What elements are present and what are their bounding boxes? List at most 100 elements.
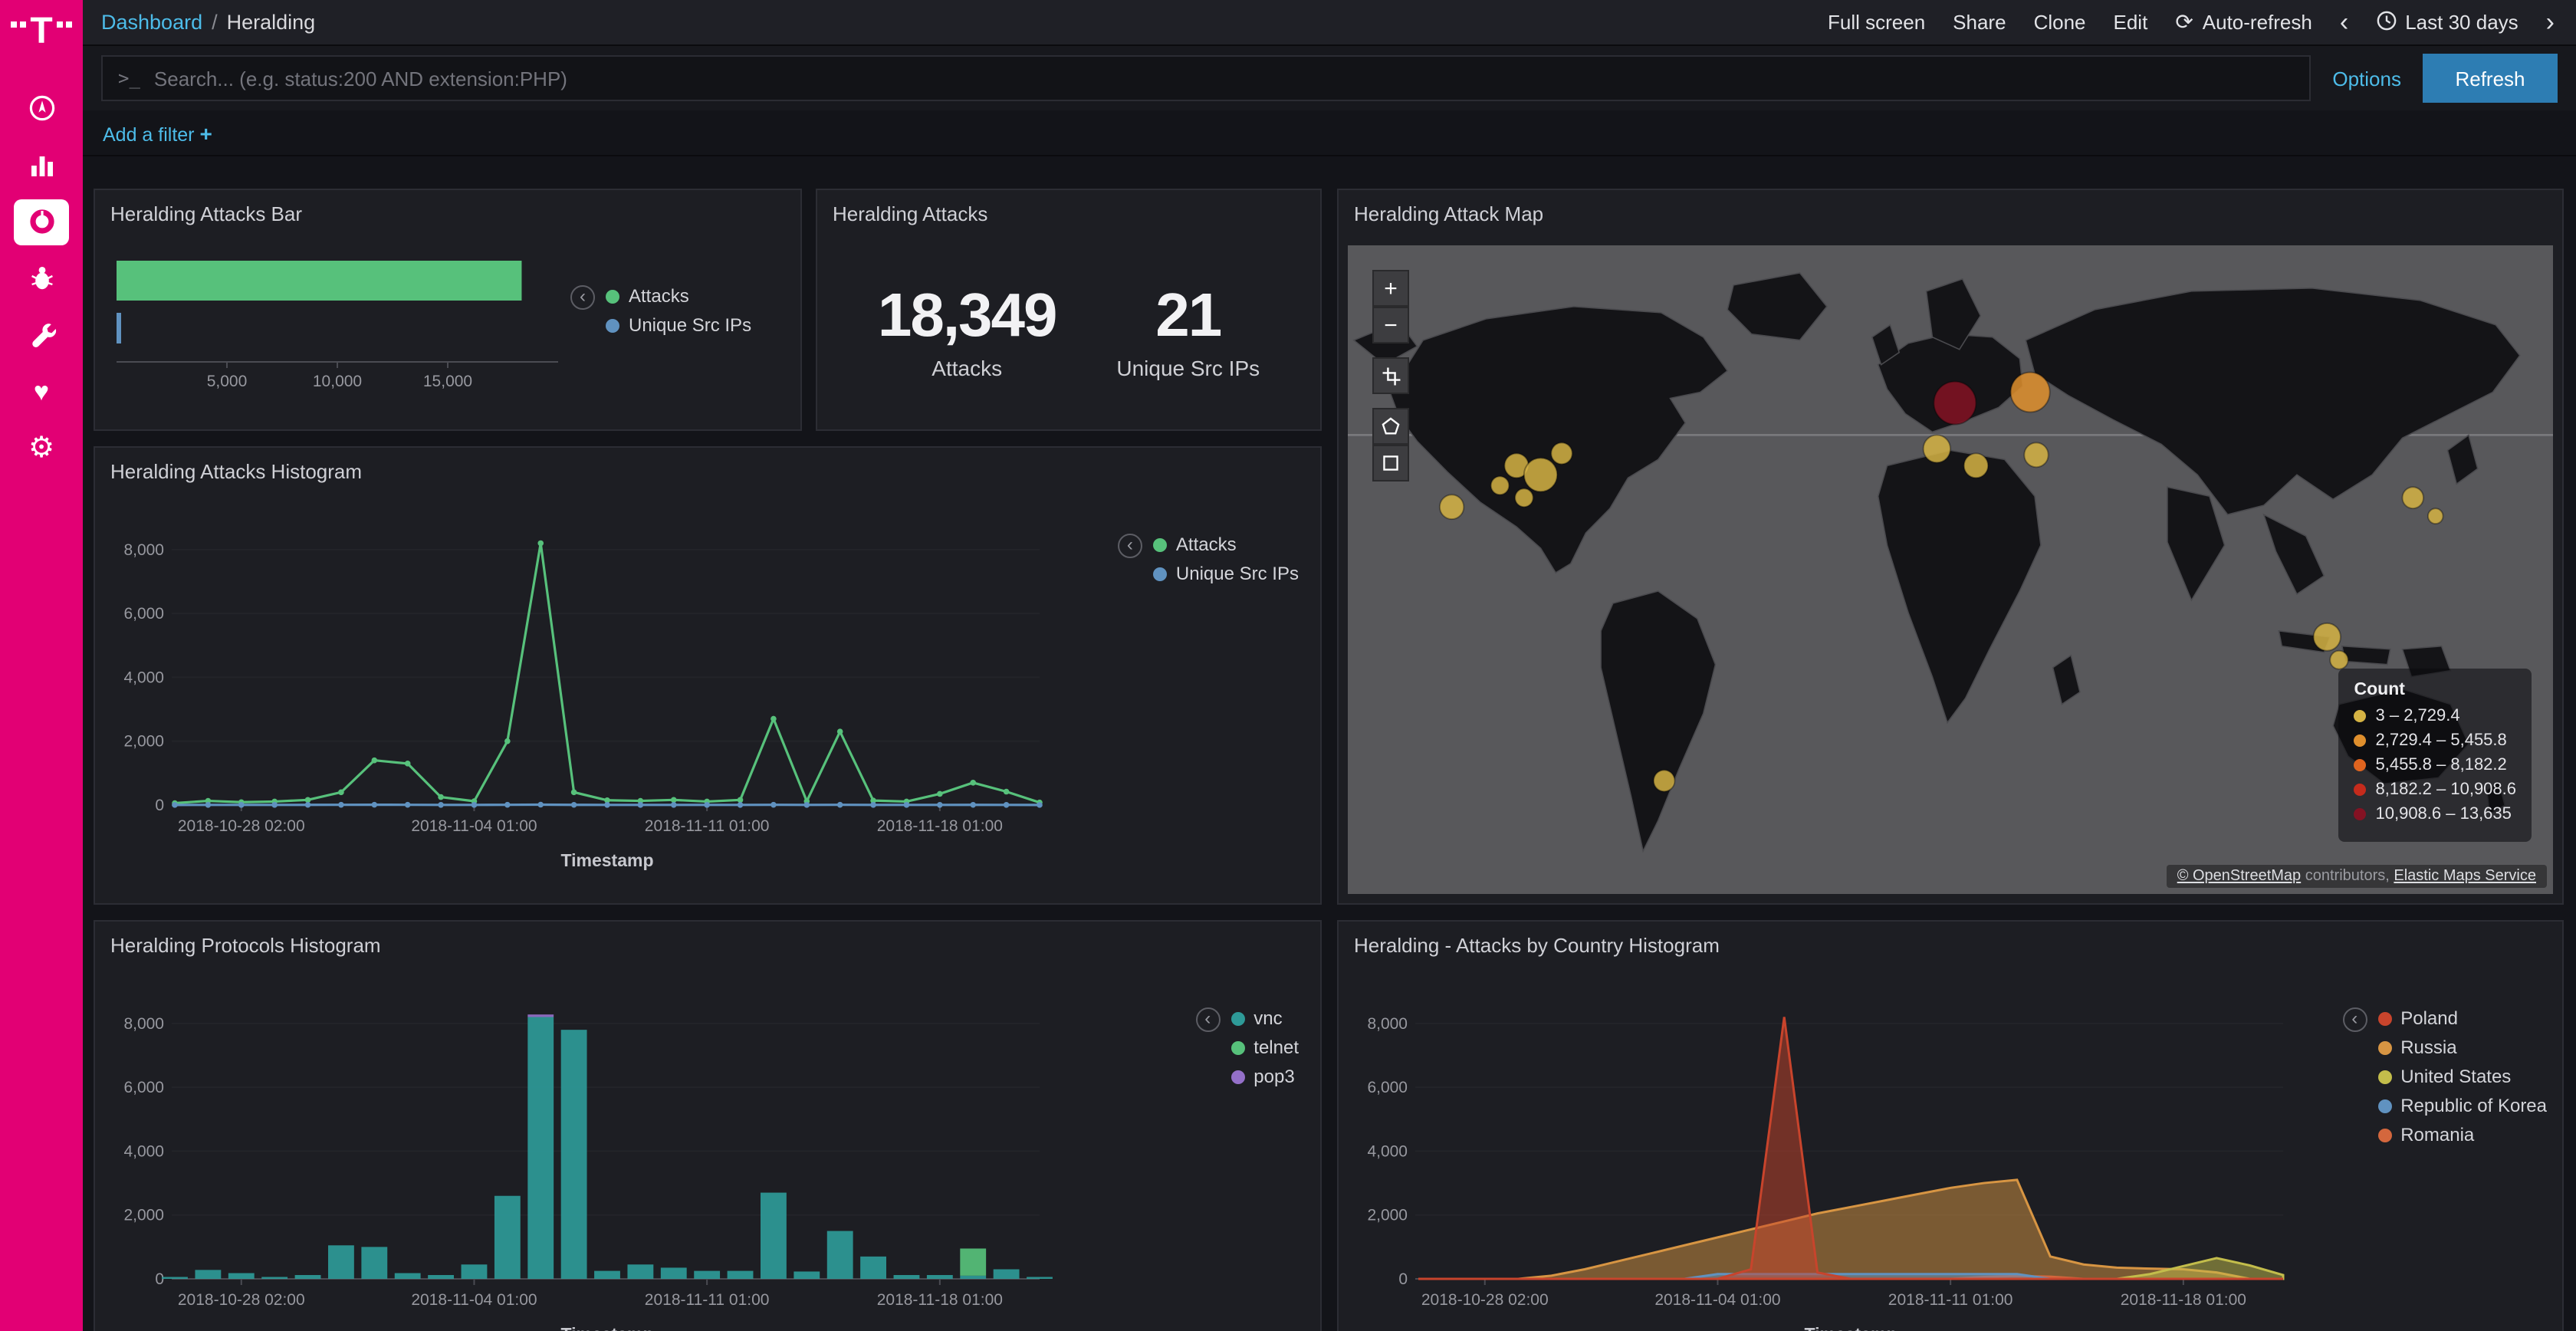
- svg-text:6,000: 6,000: [123, 1079, 164, 1096]
- logo-dot: [10, 21, 16, 28]
- full-screen-button[interactable]: Full screen: [1828, 11, 1925, 34]
- svg-text:0: 0: [1398, 1270, 1408, 1288]
- filter-bar: Add a filter +: [83, 110, 2576, 156]
- edit-button[interactable]: Edit: [2114, 11, 2148, 34]
- ems-link[interactable]: Elastic Maps Service: [2394, 868, 2536, 885]
- time-back-chevron[interactable]: ‹: [2340, 12, 2348, 33]
- metric-label: Unique Src IPs: [1116, 356, 1260, 380]
- legend-item[interactable]: Attacks: [606, 285, 751, 307]
- zoom-in-button[interactable]: +: [1372, 270, 1409, 307]
- time-range-picker[interactable]: Last 30 days: [2376, 10, 2518, 35]
- legend-item[interactable]: Russia: [2377, 1037, 2547, 1058]
- osm-link[interactable]: © OpenStreetMap: [2177, 868, 2302, 885]
- protocols-histogram-chart[interactable]: 02,0004,0006,0008,0002018-10-28 02:00201…: [98, 965, 1064, 1331]
- refresh-button[interactable]: Refresh: [2423, 54, 2558, 103]
- plus-icon: +: [200, 120, 212, 145]
- legend-item[interactable]: Unique Src IPs: [606, 314, 751, 336]
- donut-chart-icon: [27, 207, 56, 236]
- attacks-bar-legend: ‹ Attacks Unique Src IPs: [570, 285, 751, 399]
- legend-label: United States: [2400, 1066, 2511, 1087]
- svg-text:2,000: 2,000: [123, 733, 164, 751]
- refresh-cycle-icon: ⟳: [2175, 9, 2193, 35]
- auto-refresh-button[interactable]: ⟳ Auto-refresh: [2175, 9, 2312, 35]
- share-button[interactable]: Share: [1953, 11, 2006, 34]
- dashboard-grid: Heralding Attacks Bar 5,00010,00015,000 …: [83, 156, 2576, 1331]
- svg-text:4,000: 4,000: [123, 1142, 164, 1160]
- query-prompt-icon: >_: [118, 67, 140, 89]
- panel-title: Heralding Attacks Histogram: [95, 448, 1320, 491]
- legend-toggle-icon[interactable]: ‹: [570, 285, 595, 310]
- zoom-out-button[interactable]: −: [1372, 307, 1409, 343]
- legend-dot: [1153, 537, 1167, 551]
- legend-item[interactable]: pop3: [1230, 1066, 1299, 1087]
- legend-item[interactable]: 5,455.8 – 8,182.2: [2354, 756, 2517, 774]
- add-filter-link[interactable]: Add a filter +: [103, 120, 212, 145]
- time-forward-chevron[interactable]: ›: [2546, 12, 2555, 33]
- telekom-logo[interactable]: T: [10, 15, 72, 49]
- attacks-bar-chart[interactable]: 5,00010,00015,000: [110, 242, 570, 399]
- legend-item[interactable]: 8,182.2 – 10,908.6: [2354, 781, 2517, 799]
- legend-item[interactable]: Unique Src IPs: [1153, 563, 1299, 584]
- legend-item[interactable]: Attacks: [1153, 534, 1299, 555]
- breadcrumb-dashboard-link[interactable]: Dashboard: [101, 11, 202, 34]
- legend-label: Republic of Korea: [2400, 1095, 2547, 1116]
- legend-toggle-icon[interactable]: ‹: [2342, 1007, 2367, 1032]
- legend-item[interactable]: United States: [2377, 1066, 2547, 1087]
- search-input[interactable]: [154, 67, 2294, 90]
- legend-items: vnc telnet pop3: [1230, 1007, 1299, 1095]
- auto-refresh-label: Auto-refresh: [2203, 11, 2312, 34]
- svg-text:0: 0: [155, 797, 164, 814]
- attribution-text: contributors,: [2301, 868, 2394, 885]
- sidebar-item-discover[interactable]: [0, 80, 83, 136]
- legend-item[interactable]: telnet: [1230, 1037, 1299, 1058]
- breadcrumb-current: Heralding: [227, 11, 316, 34]
- panel-attacks-bar: Heralding Attacks Bar 5,00010,00015,000 …: [94, 189, 802, 431]
- svg-text:6,000: 6,000: [123, 605, 164, 623]
- fit-bounds-button[interactable]: [1372, 357, 1409, 394]
- time-range-label: Last 30 days: [2405, 11, 2518, 34]
- metric-label: Attacks: [878, 356, 1056, 380]
- legend-dot: [2354, 710, 2367, 722]
- clock-icon: [2376, 10, 2396, 35]
- options-link[interactable]: Options: [2332, 67, 2401, 90]
- legend-item[interactable]: 3 – 2,729.4: [2354, 707, 2517, 725]
- clone-button[interactable]: Clone: [2034, 11, 2086, 34]
- legend-dot: [2377, 1011, 2391, 1025]
- legend-label: 5,455.8 – 8,182.2: [2376, 756, 2507, 774]
- sidebar-item-monitoring[interactable]: ♥: [0, 363, 83, 420]
- metric-value: 18,349: [878, 282, 1056, 351]
- svg-text:2018-11-11 01:00: 2018-11-11 01:00: [1888, 1291, 2013, 1309]
- map-legend: Count 3 – 2,729.42,729.4 – 5,455.85,455.…: [2339, 669, 2532, 842]
- map-legend-items: 3 – 2,729.4 2,729.4 – 5,455.8 5,455.8 – 8,…: [2354, 707, 2517, 823]
- legend-item[interactable]: Poland: [2377, 1007, 2547, 1029]
- legend-item[interactable]: vnc: [1230, 1007, 1299, 1029]
- country-histogram-chart[interactable]: 02,0004,0006,0008,0002018-10-28 02:00201…: [1342, 965, 2308, 1331]
- legend-item[interactable]: 10,908.6 – 13,635: [2354, 805, 2517, 823]
- legend-dot: [2377, 1070, 2391, 1083]
- attacks-histogram-legend: ‹ Attacks Unique Src IPs: [1118, 534, 1299, 592]
- draw-polygon-button[interactable]: [1372, 408, 1409, 445]
- sidebar-item-dashboard[interactable]: [0, 193, 83, 250]
- draw-rectangle-button[interactable]: [1372, 445, 1409, 481]
- legend-toggle-icon[interactable]: ‹: [1118, 534, 1142, 558]
- sidebar-item-devtools[interactable]: [0, 307, 83, 363]
- legend-item[interactable]: Republic of Korea: [2377, 1095, 2547, 1116]
- metric-attacks: 18,349 Attacks: [878, 282, 1056, 380]
- query-bar: >_ Options Refresh: [83, 46, 2576, 110]
- legend-item[interactable]: Romania: [2377, 1124, 2547, 1145]
- world-map[interactable]: + − Count 3 – 2,729.42,729.4 – 5,455.85,…: [1348, 245, 2553, 894]
- legend-item[interactable]: 2,729.4 – 5,455.8: [2354, 731, 2517, 750]
- legend-label: Attacks: [1176, 534, 1237, 555]
- sidebar-item-management[interactable]: ⚙: [0, 420, 83, 477]
- svg-text:5,000: 5,000: [207, 373, 248, 390]
- sidebar-item-visualize[interactable]: [0, 136, 83, 193]
- sidebar-item-timelion[interactable]: [0, 250, 83, 307]
- country-histogram-legend: ‹ Poland Russia United States Republic of K…: [2342, 1007, 2547, 1153]
- svg-text:2,000: 2,000: [1367, 1207, 1408, 1224]
- app-sidebar: T: [0, 0, 83, 1331]
- legend-label: telnet: [1254, 1037, 1299, 1058]
- legend-label: Unique Src IPs: [629, 314, 751, 336]
- legend-toggle-icon[interactable]: ‹: [1195, 1007, 1220, 1032]
- attacks-histogram-chart[interactable]: 02,0004,0006,0008,0002018-10-28 02:00201…: [98, 491, 1064, 889]
- panel-protocols-histogram: Heralding Protocols Histogram 02,0004,00…: [94, 920, 1322, 1331]
